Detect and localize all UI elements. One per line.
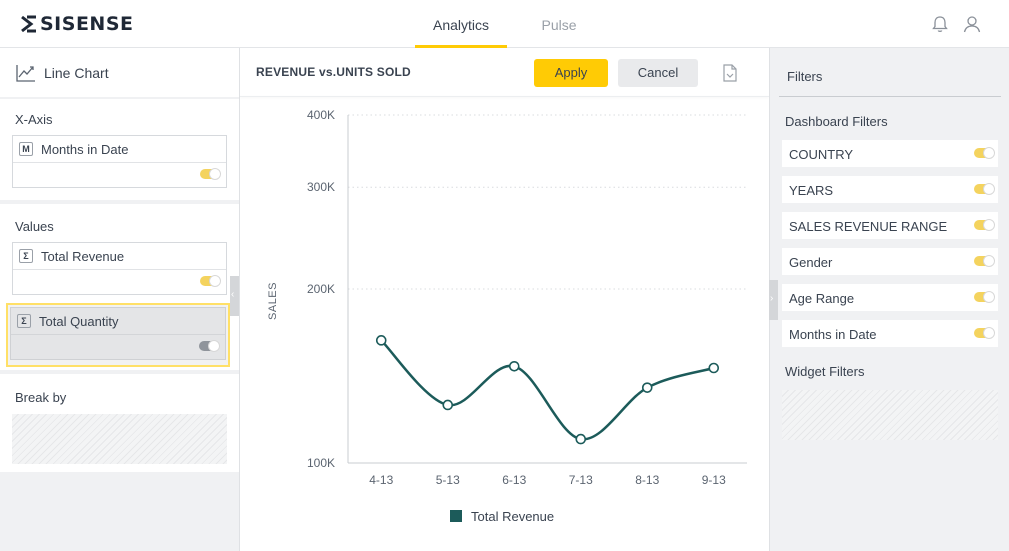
filter-label: Gender [789,255,833,270]
x-axis-field[interactable]: M Months in Date [12,135,227,188]
filter-country[interactable]: COUNTRY [782,140,998,167]
field-label: Total Quantity [39,313,119,329]
y-tick-label: 400K [307,108,335,122]
filter-years[interactable]: YEARS [782,176,998,203]
sisense-logo[interactable]: SISENSE [21,13,134,35]
data-point[interactable] [575,433,587,445]
chart-type-selector[interactable]: Line Chart [0,48,239,97]
widget-title[interactable]: REVENUE vs.UNITS SOLD [256,65,411,79]
logo-text: SISENSE [40,13,134,35]
x-tick-label: 7-13 [569,473,593,487]
line-chart: 100K 200K 300K 400K SALES 4-13 5-13 6-13 7-13 8-1… [267,108,747,524]
filter-toggle[interactable] [974,255,995,267]
field-label: Total Revenue [41,248,125,264]
data-point[interactable] [641,382,653,393]
x-tick-label: 4-13 [369,473,393,487]
legend-marker [450,510,462,522]
apply-button[interactable]: Apply [534,59,608,87]
values-field-total-revenue[interactable]: Σ Total Revenue [12,242,227,295]
widget-filters-title: Widget Filters [785,364,865,379]
break-by-section: Break by [0,374,239,472]
dashboard-filters-title: Dashboard Filters [785,114,888,129]
field-label: Months in Date [41,141,129,157]
cancel-button[interactable]: Cancel [618,59,698,87]
filter-sales-revenue-range[interactable]: SALES REVENUE RANGE [782,212,998,239]
filter-label: COUNTRY [789,147,854,162]
filters-title: Filters [787,69,823,84]
filter-toggle[interactable] [974,147,995,159]
widget-designer-panel: Line Chart X-Axis M Months in Date Value… [0,48,240,551]
filter-label: Age Range [789,291,855,306]
export-icon[interactable] [722,64,738,82]
top-bar: SISENSE Analytics Pulse [0,0,1009,48]
logo-mark-icon [21,15,36,33]
field-toggle[interactable] [200,168,221,180]
tab-pulse[interactable]: Pulse [522,0,596,48]
user-icon[interactable] [962,14,982,34]
filters-divider [779,96,1001,97]
values-title: Values [15,219,54,234]
collapse-right-panel[interactable]: › [769,280,778,320]
filter-label: SALES REVENUE RANGE [789,219,948,234]
selected-field-highlight: Σ Total Quantity [6,303,230,367]
x-tick-label: 8-13 [635,473,659,487]
y-tick-label: 300K [307,180,335,194]
filter-toggle[interactable] [974,327,995,339]
series-line [380,339,715,441]
tab-analytics[interactable]: Analytics [415,0,507,48]
line-chart-icon [16,64,35,82]
filter-label: YEARS [789,183,834,198]
widget-preview: REVENUE vs.UNITS SOLD Apply Cancel 100K 2… [240,48,769,551]
x-axis-title: X-Axis [15,112,53,127]
data-point[interactable] [508,360,520,372]
break-by-title: Break by [15,390,67,405]
data-point[interactable] [708,362,720,374]
collapse-left-panel[interactable]: ‹ [230,276,239,316]
filter-toggle[interactable] [974,291,995,303]
filter-gender[interactable]: Gender [782,248,998,275]
filter-age-range[interactable]: Age Range [782,284,998,311]
filters-panel: Filters Dashboard Filters COUNTRY YEARS … [769,48,1009,551]
x-tick-label: 9-13 [702,473,726,487]
filter-toggle[interactable] [974,183,995,195]
field-toggle[interactable] [199,340,220,352]
x-tick-label: 5-13 [436,473,460,487]
y-tick-label: 100K [307,456,335,470]
sigma-icon: Σ [19,249,33,263]
field-toggle[interactable] [200,275,221,287]
sigma-icon: Σ [17,314,31,328]
filter-toggle[interactable] [974,219,995,231]
y-tick-label: 200K [307,282,335,296]
chart-type-label: Line Chart [44,64,109,81]
filter-label: Months in Date [789,327,877,342]
x-tick-label: 6-13 [502,473,526,487]
x-axis-section: X-Axis M Months in Date [0,99,239,200]
break-by-drop-zone[interactable] [12,414,227,464]
filter-months-in-date[interactable]: Months in Date [782,320,998,347]
widget-filters-drop-zone[interactable] [782,390,998,440]
data-point[interactable] [375,335,387,346]
legend-label[interactable]: Total Revenue [471,509,554,524]
data-point[interactable] [442,399,454,411]
values-field-total-quantity[interactable]: Σ Total Quantity [10,307,226,360]
bell-icon[interactable] [930,14,950,34]
y-axis-title: SALES [267,282,279,320]
date-dimension-icon: M [19,142,33,156]
